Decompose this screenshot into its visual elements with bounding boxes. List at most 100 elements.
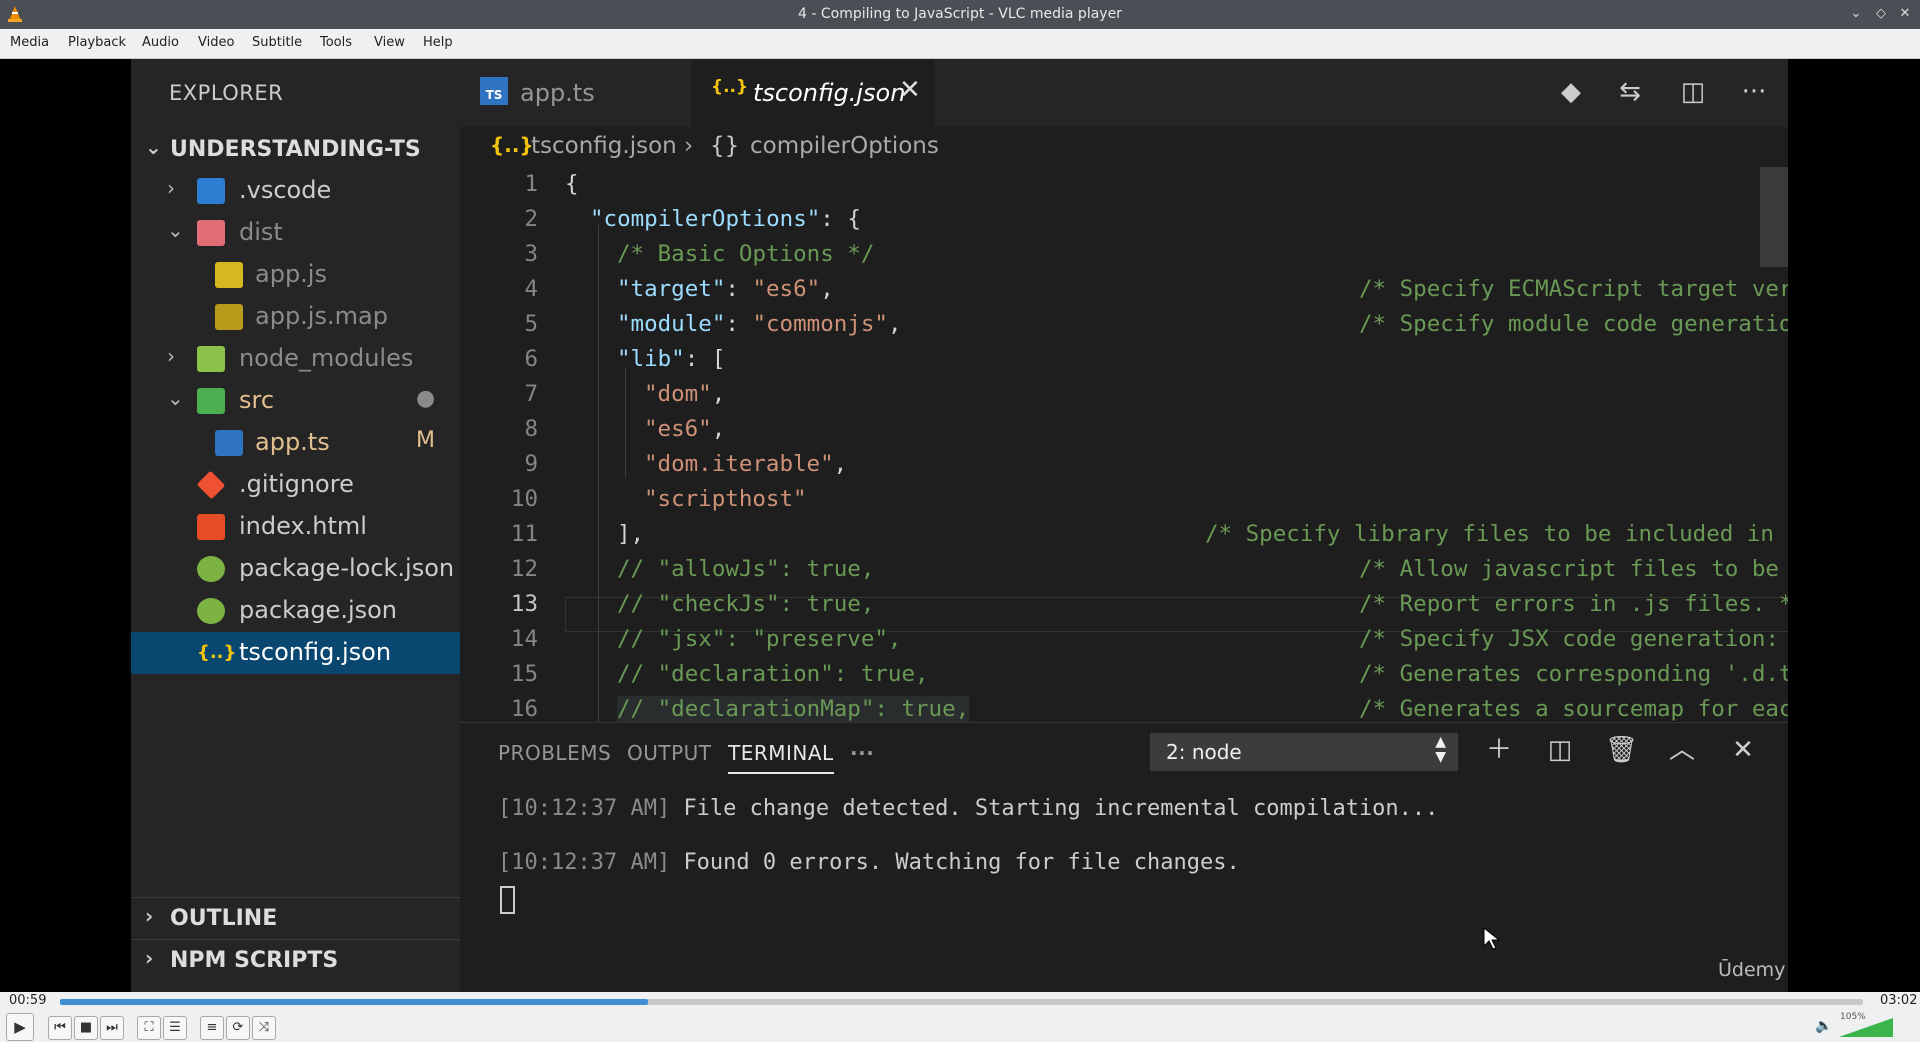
json-string: "scripthost"	[644, 486, 807, 512]
menu-view[interactable]: View	[374, 35, 405, 50]
menu-media[interactable]: Media	[10, 35, 49, 50]
code-line: 3 /* Basic Options */	[460, 237, 1788, 272]
code-line: 5 "module": "commonjs", /* Specify modul…	[460, 307, 1788, 342]
code-text: {	[565, 171, 579, 197]
code-line: 13 // "checkJs": true, /* Report errors …	[460, 587, 1788, 622]
tree-item-label: app.ts	[255, 428, 330, 456]
terminal-line: [10:12:37 AM] File change detected. Star…	[498, 796, 1438, 821]
git-compare-icon[interactable]: ◆	[1556, 77, 1586, 107]
elapsed-time: 00:59	[9, 993, 47, 1008]
chevron-down-icon: ⌄	[167, 218, 184, 242]
total-time: 03:02	[1880, 993, 1918, 1008]
terminal-select-value: 2: node	[1166, 740, 1242, 764]
next-button[interactable]: ⏭	[100, 1016, 124, 1040]
video-area[interactable]: EXPLORER ⌄ UNDERSTANDING-TS › .vscode ⌄ …	[0, 59, 1920, 992]
trash-icon[interactable]: 🗑	[1605, 735, 1638, 765]
mouse-pointer-icon	[1483, 927, 1501, 950]
code-comment: // "jsx": "preserve",	[617, 626, 902, 652]
breadcrumb-file[interactable]: tsconfig.json	[531, 133, 677, 159]
play-button[interactable]: ▶	[6, 1013, 34, 1041]
restore-icon[interactable]: ◇	[1871, 4, 1891, 24]
line-number: 3	[524, 241, 538, 267]
stop-button[interactable]: ■	[74, 1016, 98, 1040]
menu-video[interactable]: Video	[198, 35, 234, 50]
menu-playback[interactable]: Playback	[68, 35, 126, 50]
code-comment: /* Specify ECMAScript target version: 'E	[1359, 276, 1788, 302]
line-number: 6	[524, 346, 538, 372]
menu-subtitle[interactable]: Subtitle	[252, 35, 302, 50]
split-editor-icon[interactable]: ◫	[1678, 77, 1708, 107]
json-string: "dom"	[644, 381, 712, 407]
code-line: 10 "scripthost"	[460, 482, 1788, 517]
modified-dot-icon: ●	[416, 386, 436, 411]
code-editor[interactable]: 1 { 2 "compilerOptions": { 3 /* Basic Op…	[460, 167, 1788, 722]
tree-item-label: package-lock.json	[239, 554, 455, 582]
npm-file-icon	[197, 598, 225, 624]
menu-audio[interactable]: Audio	[142, 35, 179, 50]
terminal-message: Found 0 errors. Watching for file change…	[683, 850, 1240, 875]
html-file-icon	[197, 514, 225, 540]
menu-bar: Media Playback Audio Video Subtitle Tool…	[0, 29, 1920, 59]
tree-item-label: node_modules	[239, 344, 414, 372]
line-number: 8	[524, 416, 538, 442]
split-terminal-icon[interactable]: ◫	[1545, 735, 1575, 765]
punctuation: ,	[820, 276, 834, 302]
tab-tsconfig: {..} tsconfig.json ✕	[691, 59, 934, 127]
new-terminal-icon[interactable]: ＋	[1484, 735, 1514, 765]
line-number: 4	[524, 276, 538, 302]
tree-item-dist: ⌄ dist	[131, 212, 460, 254]
more-actions-icon[interactable]: ···	[1739, 77, 1769, 107]
code-comment: /* Specify library files to be included …	[1205, 521, 1788, 547]
select-arrows-icon: ▲ ▼	[1435, 734, 1446, 765]
loop-button[interactable]: ⟳	[226, 1016, 250, 1040]
seek-bar[interactable]	[60, 999, 1863, 1005]
tree-item-label: .gitignore	[239, 470, 354, 498]
tab-label: tsconfig.json	[753, 79, 906, 107]
speaker-icon[interactable]: 🔈	[1815, 1018, 1832, 1034]
player-controls: 00:59 03:02 ▶ ⏮ ■ ⏭ ⛶ ☰ ≡ ⟳ ⤨ 🔈 105%	[0, 992, 1920, 1042]
shuffle-button[interactable]: ⤨	[252, 1016, 276, 1040]
line-number: 16	[510, 696, 538, 722]
punctuation: ,	[711, 381, 726, 407]
tab-problems[interactable]: PROBLEMS	[498, 741, 611, 765]
extended-settings-button[interactable]: ☰	[163, 1016, 187, 1040]
tree-item-label: package.json	[239, 596, 398, 624]
more-tabs-icon[interactable]: ···	[850, 741, 874, 765]
punctuation: :	[725, 276, 753, 302]
punctuation: ,	[711, 416, 726, 442]
tab-terminal[interactable]: TERMINAL	[728, 741, 834, 774]
vscode-folder-icon	[197, 178, 225, 204]
code-comment: /* Generates a sourcemap for each corres	[1359, 696, 1788, 722]
menu-tools[interactable]: Tools	[320, 35, 352, 50]
minimize-icon[interactable]: ⌄	[1846, 4, 1866, 24]
maximize-panel-icon[interactable]: ︿	[1667, 735, 1697, 765]
close-tab-icon[interactable]: ✕	[899, 75, 921, 105]
terminal-select[interactable]: 2: node ▲ ▼	[1150, 733, 1458, 771]
braces-icon: {}	[710, 133, 740, 159]
punctuation: : [	[684, 346, 726, 372]
code-comment: /* Allow javascript files to be compiled	[1359, 556, 1779, 582]
json-key: "module"	[617, 311, 726, 337]
fullscreen-button[interactable]: ⛶	[137, 1016, 161, 1040]
code-comment: /* Generates corresponding '.d.ts' file.	[1359, 661, 1788, 687]
close-window-icon[interactable]: ✕	[1895, 4, 1915, 24]
code-comment: // "declarationMap": true,	[617, 696, 970, 722]
previous-button[interactable]: ⏮	[48, 1016, 72, 1040]
menu-help[interactable]: Help	[423, 35, 453, 50]
line-number: 13	[510, 591, 538, 617]
tree-item-label: src	[239, 386, 275, 414]
open-changes-icon[interactable]: ⇆	[1615, 77, 1645, 107]
code-line: 6 "lib": [	[460, 342, 1788, 377]
editor-scrollbar[interactable]	[1760, 167, 1788, 267]
line-number: 14	[510, 626, 538, 652]
npm-scripts-section[interactable]: › NPM SCRIPTS	[131, 939, 460, 982]
playlist-button[interactable]: ≡	[200, 1016, 224, 1040]
close-panel-icon[interactable]: ✕	[1728, 735, 1758, 765]
outline-section[interactable]: › OUTLINE	[131, 897, 460, 940]
chevron-right-icon: ›	[167, 344, 175, 368]
explorer-sidebar: EXPLORER ⌄ UNDERSTANDING-TS › .vscode ⌄ …	[131, 59, 460, 992]
breadcrumb-symbol[interactable]: compilerOptions	[750, 133, 939, 159]
editor-area: TS app.ts {..} tsconfig.json ✕ ◆ ⇆ ◫ ···…	[460, 59, 1788, 722]
tab-output[interactable]: OUTPUT	[627, 741, 712, 765]
code-line: 1 {	[460, 167, 1788, 202]
